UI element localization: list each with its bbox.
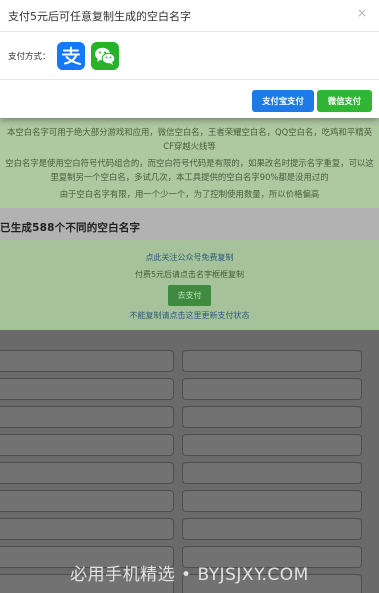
intro-text-1: 本空白名字可用于绝大部分游戏和应用，微信空白名，王者荣耀空白名，QQ空白名，吃鸡… <box>7 127 372 152</box>
modal-title: 支付5元后可任意复制生成的空白名字 <box>8 10 191 23</box>
blank-name-box[interactable] <box>0 462 174 484</box>
watermark-text: 必用手机精选 • BYJSJXY.COM <box>70 565 309 585</box>
wechat-pay-button[interactable]: 微信支付 <box>317 90 372 112</box>
payment-modal: 支付5元后可任意复制生成的空白名字 × 支付方式： 支付宝支付 微信支付 <box>0 0 379 118</box>
wechat-pay-icon[interactable] <box>91 42 119 70</box>
blank-name-box[interactable] <box>182 490 362 512</box>
blank-name-box[interactable] <box>0 378 174 400</box>
intro-text-3: 由于空白名字有限，用一个少一个，为了控制使用数量，所以价格偏高 <box>59 188 320 199</box>
pay-method-row: 支付方式： <box>0 32 379 80</box>
blank-name-box[interactable] <box>0 518 174 540</box>
generated-count: 已生成588个不同的空白名字 <box>0 208 379 240</box>
blank-name-box[interactable] <box>0 490 174 512</box>
refresh-pay-status-link[interactable]: 不能复制请点击这里更新支付状态 <box>0 310 379 321</box>
after-pay-hint: 付费5元后请点击名字框框复制 <box>134 270 245 279</box>
modal-footer: 支付宝支付 微信支付 <box>0 80 379 118</box>
blank-name-box[interactable] <box>182 406 362 428</box>
blank-name-box[interactable] <box>182 518 362 540</box>
go-pay-button[interactable]: 去支付 <box>168 285 211 306</box>
alipay-icon[interactable] <box>57 42 85 70</box>
blank-name-box[interactable] <box>0 406 174 428</box>
blank-name-box[interactable] <box>182 350 362 372</box>
blank-name-box[interactable] <box>0 434 174 456</box>
follow-account-link[interactable]: 点此关注公众号免费复制 <box>0 252 379 263</box>
blank-name-box[interactable] <box>182 434 362 456</box>
blank-name-box[interactable] <box>182 462 362 484</box>
alipay-pay-button[interactable]: 支付宝支付 <box>252 90 314 112</box>
modal-header: 支付5元后可任意复制生成的空白名字 × <box>0 0 379 32</box>
blank-name-box[interactable] <box>182 378 362 400</box>
pay-section: 点此关注公众号免费复制 付费5元后请点击名字框框复制 去支付 不能复制请点击这里… <box>0 240 379 330</box>
blank-name-box[interactable] <box>0 350 174 372</box>
pay-method-label: 支付方式： <box>8 52 51 62</box>
intro-text-2: 空白名字是使用空白符号代码组合的，而空白符号代码是有限的，如果改名时提示名字重复… <box>5 157 374 183</box>
intro-section: 本空白名字可用于绝大部分游戏和应用，微信空白名，王者荣耀空白名，QQ空白名，吃鸡… <box>0 118 379 208</box>
close-icon[interactable]: × <box>357 6 367 20</box>
